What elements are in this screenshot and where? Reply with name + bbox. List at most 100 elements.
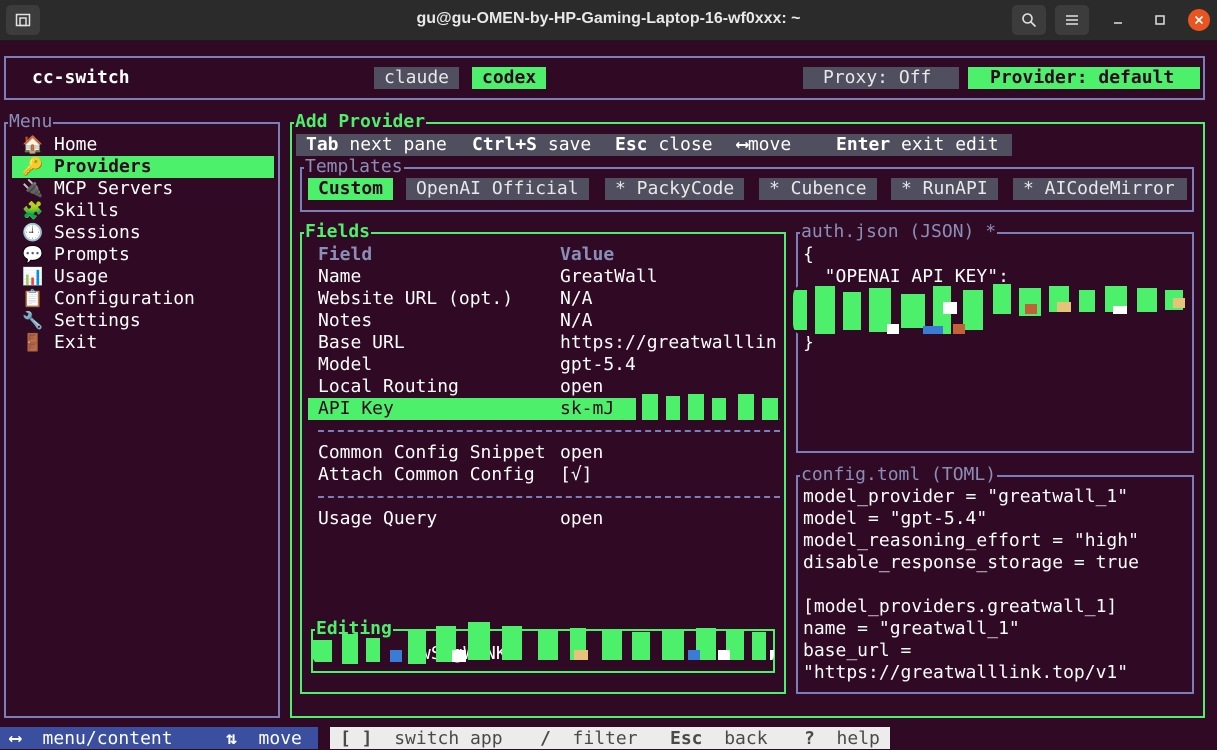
field-name: Usage Query [318, 508, 438, 529]
sidebar-item-sessions[interactable]: 🕘 Sessions [12, 222, 274, 244]
redaction-pattern [622, 392, 780, 422]
footer-hint-move: ⇅ move [226, 728, 302, 749]
auth-json-title: auth.json (JSON) * [800, 221, 998, 243]
provider-status: Provider: default [968, 67, 1200, 89]
config-line: model_provider = "greatwall_1" [803, 486, 1129, 507]
sidebar-item-label: Sessions [54, 222, 141, 243]
field-name: API Key [318, 398, 394, 419]
templates-title: Templates [304, 156, 404, 178]
chart-icon: 📊 [22, 267, 44, 287]
template-openai-official[interactable]: OpenAI Official [406, 178, 589, 200]
footer-hint-switch-app: [ ] switch app [340, 728, 503, 749]
search-button[interactable] [1012, 5, 1046, 35]
field-row[interactable]: Attach Common Config [√] [308, 464, 780, 486]
clock-icon: 🕘 [22, 223, 44, 243]
fields-header-value: Value [560, 244, 615, 265]
fields-separator [318, 496, 780, 498]
template-aicodemirror[interactable]: * AICodeMirror [1013, 178, 1187, 200]
footer-hint-back: Esc back [670, 728, 768, 749]
sidebar-item-mcp-servers[interactable]: 🔌 MCP Servers [12, 178, 274, 200]
sidebar-item-home[interactable]: 🏠 Home [12, 134, 274, 156]
redaction-pattern [793, 284, 1186, 336]
field-value: N/A [560, 288, 593, 309]
field-name: Name [318, 266, 362, 287]
template-runapi[interactable]: * RunAPI [891, 178, 998, 200]
tab-claude[interactable]: claude [374, 67, 460, 89]
puzzle-icon: 🧩 [22, 201, 44, 221]
window-titlebar: gu@gu-OMEN-by-HP-Gaming-Laptop-16-wf0xxx… [0, 0, 1217, 41]
template-cubence[interactable]: * Cubence [759, 178, 877, 200]
config-line: disable_response_storage = true [803, 552, 1139, 573]
hint-exit-edit: Enter exit edit [836, 134, 999, 155]
proxy-status: Proxy: Off [803, 67, 959, 89]
field-value: gpt-5.4 [560, 354, 636, 375]
fields-header-field: Field [318, 244, 373, 265]
menu-title: Menu [8, 111, 54, 133]
template-packycode[interactable]: * PackyCode [605, 178, 745, 200]
search-icon [1022, 13, 1037, 28]
redaction-mark [622, 392, 780, 422]
footer-hint-menu-content: ⟷ menu/content [10, 728, 173, 749]
field-value: GreatWall [560, 266, 658, 287]
sidebar-item-label: Home [54, 134, 98, 155]
sidebar-item-label: Skills [54, 200, 120, 221]
hint-tab: Tab next pane [306, 134, 447, 155]
hint-close: Esc close [615, 134, 713, 155]
sidebar-item-label: Settings [54, 310, 141, 331]
hint-save: Ctrl+S save [472, 134, 592, 155]
field-value: sk-mJ [560, 398, 615, 419]
field-value: open [560, 376, 604, 397]
field-value: https://greatwalllin [560, 332, 777, 353]
field-name: Attach Common Config [318, 464, 535, 485]
plug-icon: 🔌 [22, 179, 44, 199]
hamburger-menu-button[interactable] [1055, 5, 1089, 35]
field-value: [√] [560, 464, 593, 485]
key-icon: 🔑 [22, 157, 44, 177]
field-row[interactable]: Website URL (opt.) N/A [308, 288, 780, 310]
minimize-button[interactable] [1108, 10, 1128, 30]
field-name: Local Routing [318, 376, 459, 397]
sidebar-item-exit[interactable]: 🚪 Exit [12, 332, 274, 354]
field-name: Common Config Snippet [318, 442, 546, 463]
field-row[interactable]: Name GreatWall [308, 266, 780, 288]
config-line: model = "gpt-5.4" [803, 508, 988, 529]
tab-codex[interactable]: codex [472, 67, 547, 89]
house-icon: 🏠 [22, 135, 44, 155]
close-button[interactable] [1188, 9, 1210, 31]
close-icon [1194, 15, 1204, 25]
sidebar-item-configuration[interactable]: 📋 Configuration [12, 288, 274, 310]
field-name: Model [318, 354, 373, 375]
maximize-icon [1155, 15, 1165, 25]
sidebar-item-usage[interactable]: 📊 Usage [12, 266, 274, 288]
sidebar-item-skills[interactable]: 🧩 Skills [12, 200, 274, 222]
fields-title: Fields [304, 221, 372, 243]
config-line: base_url = [803, 640, 912, 661]
template-custom[interactable]: Custom [308, 178, 394, 200]
sidebar-item-label: Usage [54, 266, 109, 287]
sidebar-item-label: Providers [54, 156, 152, 177]
sidebar-item-label: MCP Servers [54, 178, 174, 199]
field-row[interactable]: Model gpt-5.4 [308, 354, 780, 376]
field-row[interactable]: Usage Query open [308, 508, 780, 530]
sidebar-item-label: Configuration [54, 288, 195, 309]
speech-bubble-icon: 💬 [22, 245, 44, 265]
sidebar-item-settings[interactable]: 🔧 Settings [12, 310, 274, 332]
maximize-button[interactable] [1150, 10, 1170, 30]
config-toml-title: config.toml (TOML) [800, 464, 998, 486]
sidebar-item-label: Exit [54, 332, 98, 353]
field-row[interactable]: Notes N/A [308, 310, 780, 332]
app-name: cc-switch [32, 67, 130, 88]
redaction-pattern [312, 622, 774, 664]
config-line: "https://greatwalllink.top/v1" [803, 662, 1129, 683]
field-row[interactable]: Base URL https://greatwalllin [308, 332, 780, 354]
sidebar-item-prompts[interactable]: 💬 Prompts [12, 244, 274, 266]
footer-hint-help: ? help [804, 728, 880, 749]
field-value: open [560, 508, 604, 529]
sidebar-item-providers[interactable]: 🔑 Providers [12, 156, 274, 178]
field-row[interactable]: Common Config Snippet open [308, 442, 780, 464]
field-value: open [560, 442, 604, 463]
field-name: Base URL [318, 332, 405, 353]
field-value: N/A [560, 310, 593, 331]
redaction-mark [312, 620, 774, 666]
clipboard-icon: 📋 [22, 289, 44, 309]
